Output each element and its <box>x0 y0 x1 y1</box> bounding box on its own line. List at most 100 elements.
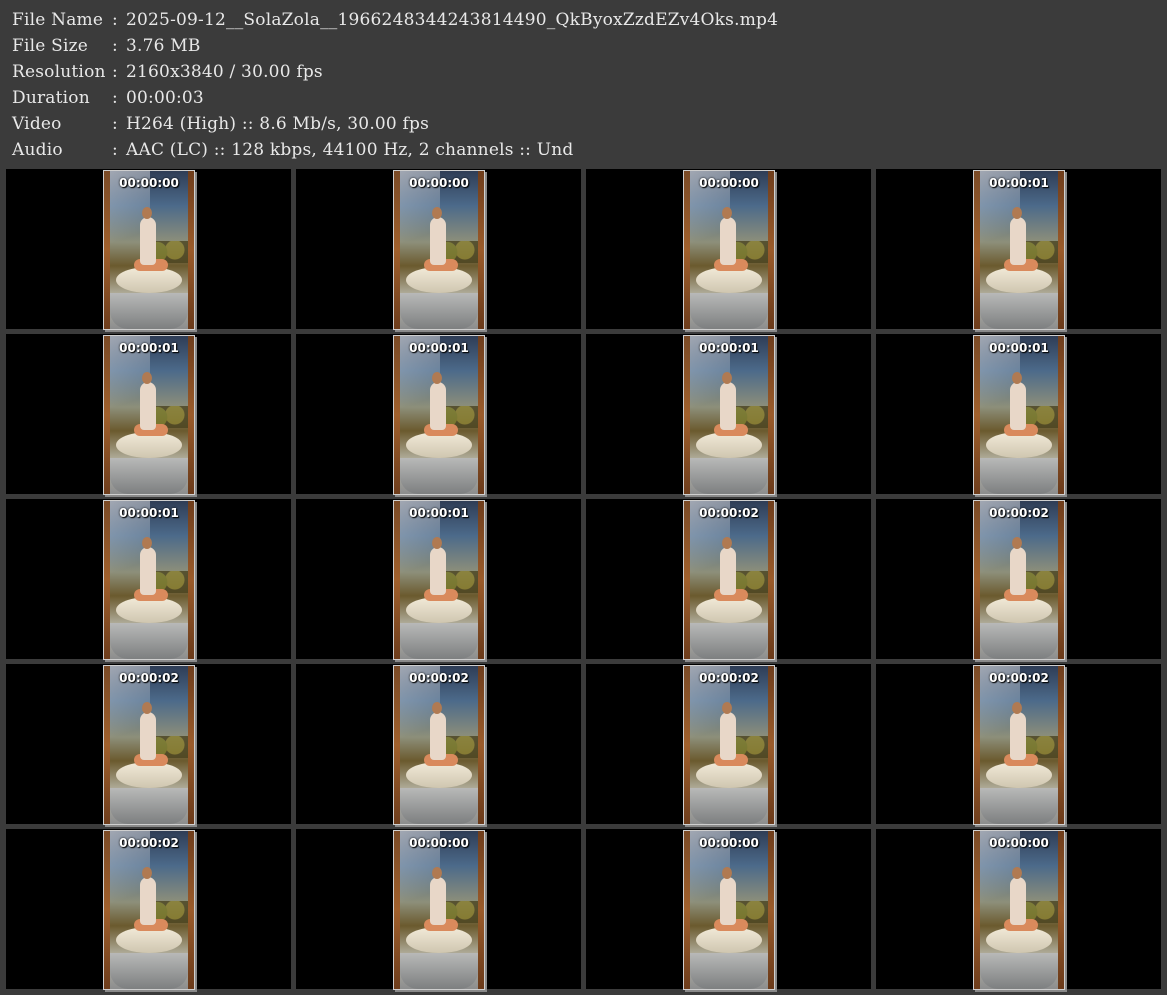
thumbnail-frame: 00:00:01 <box>973 170 1065 330</box>
thumbnail-frame: 00:00:02 <box>103 665 195 825</box>
thumbnail-timestamp: 00:00:01 <box>989 341 1049 355</box>
thumbnail-timestamp: 00:00:01 <box>119 506 179 520</box>
thumbnail-frame: 00:00:02 <box>683 665 775 825</box>
thumbnail-cell: 00:00:00 <box>586 829 871 990</box>
thumbnail-frame: 00:00:02 <box>973 500 1065 660</box>
video-frame-image <box>684 171 774 329</box>
filename-value: 2025-09-12__SolaZola__196624834424381449… <box>126 10 779 30</box>
video-frame-image <box>684 501 774 659</box>
info-row-video: Video: H264 (High) :: 8.6 Mb/s, 30.00 fps <box>12 111 429 137</box>
thumbnail-timestamp: 00:00:01 <box>409 506 469 520</box>
thumbnail-timestamp: 00:00:00 <box>409 836 469 850</box>
video-frame-image <box>974 831 1064 989</box>
thumbnail-timestamp: 00:00:02 <box>989 506 1049 520</box>
separator: : <box>112 10 118 30</box>
filename-label: File Name <box>12 10 104 30</box>
thumbnail-frame: 00:00:01 <box>973 335 1065 495</box>
video-frame-image <box>104 666 194 824</box>
audio-value: AAC (LC) :: 128 kbps, 44100 Hz, 2 channe… <box>126 140 574 160</box>
resolution-label: Resolution <box>12 62 106 82</box>
thumbnail-timestamp: 00:00:00 <box>409 176 469 190</box>
video-frame-image <box>104 501 194 659</box>
thumbnail-cell: 00:00:00 <box>296 829 581 990</box>
thumbnail-cell: 00:00:02 <box>296 664 581 825</box>
thumbnail-frame: 00:00:00 <box>683 170 775 330</box>
thumbnail-cell: 00:00:02 <box>876 664 1161 825</box>
thumbnail-cell: 00:00:01 <box>296 334 581 495</box>
thumbnail-timestamp: 00:00:00 <box>699 836 759 850</box>
thumbnail-frame: 00:00:02 <box>393 665 485 825</box>
thumbnail-frame: 00:00:02 <box>103 830 195 990</box>
video-frame-image <box>684 666 774 824</box>
video-frame-image <box>684 336 774 494</box>
thumbnail-timestamp: 00:00:02 <box>119 836 179 850</box>
thumbnail-timestamp: 00:00:02 <box>989 671 1049 685</box>
separator: : <box>112 114 118 134</box>
thumbnail-frame: 00:00:00 <box>683 830 775 990</box>
video-frame-image <box>684 831 774 989</box>
thumbnail-frame: 00:00:00 <box>393 170 485 330</box>
info-row-resolution: Resolution:2160x3840 / 30.00 fps <box>12 59 323 85</box>
thumbnail-frame: 00:00:01 <box>393 500 485 660</box>
video-value: H264 (High) :: 8.6 Mb/s, 30.00 fps <box>126 114 430 134</box>
video-frame-image <box>394 171 484 329</box>
thumbnail-cell: 00:00:01 <box>6 334 291 495</box>
info-row-duration: Duration:00:00:03 <box>12 85 204 111</box>
thumbnail-timestamp: 00:00:01 <box>409 341 469 355</box>
thumbnail-grid: 00:00:00 00:00:00 00:00:00 00:00:01 00:00:01… <box>0 168 1167 995</box>
video-frame-image <box>394 831 484 989</box>
thumbnail-frame: 00:00:00 <box>393 830 485 990</box>
thumbnail-timestamp: 00:00:01 <box>119 341 179 355</box>
thumbnail-timestamp: 00:00:02 <box>119 671 179 685</box>
video-frame-image <box>394 501 484 659</box>
thumbnail-cell: 00:00:01 <box>876 334 1161 495</box>
video-frame-image <box>104 171 194 329</box>
duration-value: 00:00:03 <box>126 88 204 108</box>
thumbnail-cell: 00:00:01 <box>6 499 291 660</box>
video-frame-image <box>974 501 1064 659</box>
thumbnail-cell: 00:00:01 <box>296 499 581 660</box>
resolution-value: 2160x3840 / 30.00 fps <box>126 62 323 82</box>
thumbnail-cell: 00:00:02 <box>876 499 1161 660</box>
thumbnail-timestamp: 00:00:02 <box>699 671 759 685</box>
video-frame-image <box>394 336 484 494</box>
video-frame-image <box>394 666 484 824</box>
separator: : <box>112 140 118 160</box>
thumbnail-cell: 00:00:00 <box>586 169 871 330</box>
thumbnail-timestamp: 00:00:02 <box>699 506 759 520</box>
thumbnail-timestamp: 00:00:00 <box>699 176 759 190</box>
info-row-filename: File Name:2025-09-12__SolaZola__19662483… <box>12 7 778 33</box>
separator: : <box>112 88 118 108</box>
thumbnail-cell: 00:00:02 <box>586 499 871 660</box>
thumbnail-cell: 00:00:00 <box>296 169 581 330</box>
thumbnail-timestamp: 00:00:01 <box>699 341 759 355</box>
thumbnail-cell: 00:00:00 <box>6 169 291 330</box>
thumbnail-frame: 00:00:01 <box>103 335 195 495</box>
thumbnail-timestamp: 00:00:02 <box>409 671 469 685</box>
thumbnail-cell: 00:00:02 <box>6 829 291 990</box>
thumbnail-frame: 00:00:01 <box>393 335 485 495</box>
thumbnail-timestamp: 00:00:00 <box>119 176 179 190</box>
thumbnail-cell: 00:00:01 <box>586 334 871 495</box>
video-label: Video <box>12 114 62 134</box>
thumbnail-frame: 00:00:00 <box>103 170 195 330</box>
thumbnail-frame: 00:00:00 <box>973 830 1065 990</box>
video-frame-image <box>974 336 1064 494</box>
thumbnail-frame: 00:00:01 <box>103 500 195 660</box>
filesize-value: 3.76 MB <box>126 36 201 56</box>
thumbnail-timestamp: 00:00:00 <box>989 836 1049 850</box>
thumbnail-frame: 00:00:02 <box>683 500 775 660</box>
duration-label: Duration <box>12 88 90 108</box>
thumbnail-timestamp: 00:00:01 <box>989 176 1049 190</box>
thumbnail-cell: 00:00:00 <box>876 829 1161 990</box>
video-frame-image <box>974 171 1064 329</box>
filesize-label: File Size <box>12 36 89 56</box>
info-row-audio: Audio: AAC (LC) :: 128 kbps, 44100 Hz, 2 … <box>12 137 573 163</box>
separator: : <box>112 36 118 56</box>
file-info-panel: File Name:2025-09-12__SolaZola__19662483… <box>0 0 1167 168</box>
video-frame-image <box>104 336 194 494</box>
thumbnail-frame: 00:00:01 <box>683 335 775 495</box>
separator: : <box>112 62 118 82</box>
thumbnail-cell: 00:00:02 <box>6 664 291 825</box>
thumbnail-cell: 00:00:02 <box>586 664 871 825</box>
